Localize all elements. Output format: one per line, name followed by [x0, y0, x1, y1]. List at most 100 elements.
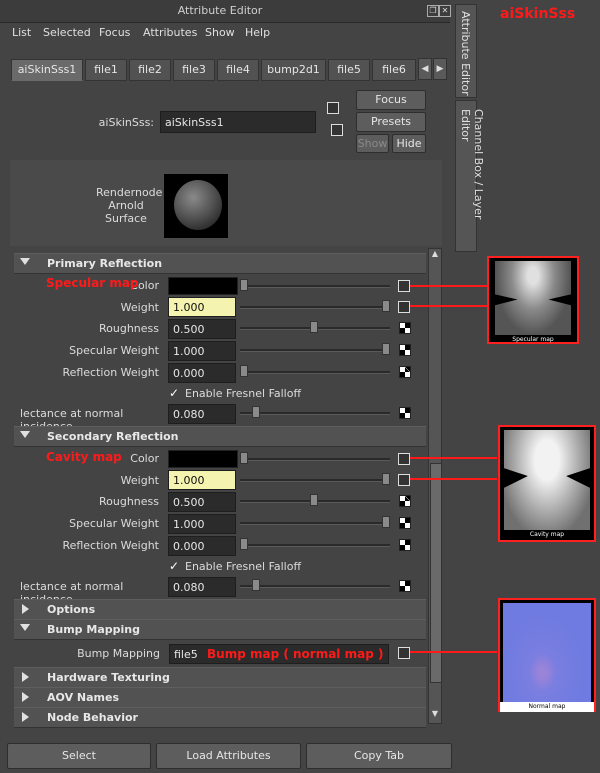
- node-name-field[interactable]: aiSkinSss1: [160, 111, 316, 133]
- tab-file1[interactable]: file1: [85, 59, 127, 81]
- primary-normal-field[interactable]: 0.080: [168, 404, 236, 424]
- scroll-up-icon[interactable]: ▲: [430, 249, 440, 261]
- side-tab-attribute-editor[interactable]: Attribute Editor: [455, 4, 477, 98]
- tab-file5[interactable]: file5: [328, 59, 370, 81]
- secondary-refl-weight-map-icon[interactable]: [399, 539, 411, 551]
- secondary-normal-field[interactable]: 0.080: [168, 577, 236, 597]
- primary-weight-field[interactable]: 1.000: [168, 297, 236, 317]
- menu-help[interactable]: Help: [245, 26, 270, 39]
- side-tab-label: Attribute Editor: [459, 11, 472, 96]
- tab-file6[interactable]: file6: [372, 59, 416, 81]
- menu-selected[interactable]: Selected: [43, 26, 91, 39]
- secondary-spec-weight-slider-thumb[interactable]: [382, 516, 390, 528]
- secondary-normal-slider[interactable]: [240, 585, 390, 588]
- material-swatch[interactable]: [164, 174, 228, 238]
- primary-normal-map-icon[interactable]: [399, 407, 411, 419]
- section-aov-names[interactable]: AOV Names: [14, 687, 426, 708]
- secondary-normal-slider-thumb[interactable]: [252, 579, 260, 591]
- tab-aiskinsss1[interactable]: aiSkinSss1: [11, 59, 83, 81]
- menu-focus[interactable]: Focus: [99, 26, 130, 39]
- primary-color-map-icon[interactable]: [398, 280, 410, 292]
- section-title: Bump Mapping: [47, 623, 140, 636]
- tab-file4[interactable]: file4: [217, 59, 259, 81]
- secondary-weight-slider[interactable]: [240, 479, 390, 482]
- secondary-color-swatch[interactable]: [168, 450, 238, 468]
- load-attributes-button[interactable]: Load Attributes: [156, 743, 301, 769]
- primary-color-swatch[interactable]: [168, 277, 238, 295]
- primary-fresnel-checkbox[interactable]: ✓: [169, 387, 181, 399]
- secondary-normal-map-icon[interactable]: [399, 580, 411, 592]
- secondary-weight-slider-thumb[interactable]: [382, 473, 390, 485]
- primary-color-slider[interactable]: [240, 285, 390, 288]
- secondary-color-slider-thumb[interactable]: [240, 452, 248, 464]
- secondary-spec-weight-slider[interactable]: [240, 522, 390, 525]
- secondary-spec-weight-map-icon[interactable]: [399, 517, 411, 529]
- primary-spec-weight-map-icon[interactable]: [399, 344, 411, 356]
- primary-spec-weight-slider-thumb[interactable]: [382, 343, 390, 355]
- scroll-thumb[interactable]: [430, 463, 442, 683]
- primary-roughness-slider-thumb[interactable]: [310, 321, 318, 333]
- menu-show[interactable]: Show: [205, 26, 235, 39]
- show-button[interactable]: Show: [356, 134, 389, 153]
- section-hardware-texturing[interactable]: Hardware Texturing: [14, 667, 426, 688]
- primary-normal-slider[interactable]: [240, 412, 390, 415]
- section-options[interactable]: Options: [14, 599, 426, 620]
- specular-map-caption: Specular map: [512, 336, 554, 343]
- tab-scroll-left-icon[interactable]: ◀: [418, 58, 432, 80]
- section-primary-reflection[interactable]: Primary Reflection: [14, 253, 426, 274]
- primary-normal-slider-thumb[interactable]: [252, 406, 260, 418]
- primary-refl-weight-field[interactable]: 0.000: [168, 363, 236, 383]
- menu-attributes[interactable]: Attributes: [143, 26, 197, 39]
- primary-spec-weight-slider[interactable]: [240, 349, 390, 352]
- swatch-caption-1: Rendernode: [96, 186, 163, 199]
- section-node-behavior[interactable]: Node Behavior: [14, 707, 426, 728]
- secondary-refl-weight-slider[interactable]: [240, 544, 390, 547]
- scroll-down-icon[interactable]: ▼: [430, 709, 440, 721]
- annotation-line: [410, 457, 497, 459]
- output-connection-icon[interactable]: [331, 124, 343, 136]
- section-bump-mapping[interactable]: Bump Mapping: [14, 619, 426, 640]
- primary-weight-map-icon[interactable]: [398, 301, 410, 313]
- secondary-weight-field[interactable]: 1.000: [168, 470, 236, 490]
- secondary-refl-weight-field[interactable]: 0.000: [168, 536, 236, 556]
- secondary-roughness-map-icon[interactable]: [399, 495, 411, 507]
- side-tab-label: Channel Box / Layer Editor: [459, 109, 485, 220]
- restore-icon[interactable]: ❐: [427, 5, 439, 17]
- section-title: Primary Reflection: [47, 257, 163, 270]
- primary-fresnel-label: Enable Fresnel Falloff: [185, 387, 302, 400]
- primary-refl-weight-slider[interactable]: [240, 371, 390, 374]
- primary-roughness-map-icon[interactable]: [399, 322, 411, 334]
- secondary-fresnel-checkbox[interactable]: ✓: [169, 560, 181, 572]
- section-secondary-reflection[interactable]: Secondary Reflection: [14, 426, 426, 447]
- primary-weight-slider[interactable]: [240, 306, 390, 309]
- select-button[interactable]: Select: [7, 743, 151, 769]
- annotation-line: [410, 305, 487, 307]
- primary-refl-weight-map-icon[interactable]: [399, 366, 411, 378]
- secondary-spec-weight-field[interactable]: 1.000: [168, 514, 236, 534]
- close-icon[interactable]: ✕: [439, 5, 451, 17]
- secondary-color-map-icon[interactable]: [398, 453, 410, 465]
- primary-color-slider-thumb[interactable]: [240, 279, 248, 291]
- tab-file2[interactable]: file2: [129, 59, 171, 81]
- primary-refl-weight-label: Reflection Weight: [62, 366, 159, 379]
- tab-bump2d1[interactable]: bump2d1: [261, 59, 326, 81]
- hide-button[interactable]: Hide: [392, 134, 426, 153]
- secondary-roughness-field[interactable]: 0.500: [168, 492, 236, 512]
- secondary-refl-weight-slider-thumb[interactable]: [240, 538, 248, 550]
- secondary-roughness-slider-thumb[interactable]: [310, 494, 318, 506]
- tab-file3[interactable]: file3: [173, 59, 215, 81]
- input-connection-icon[interactable]: [327, 102, 339, 114]
- bump-mapping-map-icon[interactable]: [398, 647, 410, 659]
- focus-button[interactable]: Focus: [356, 90, 426, 110]
- primary-refl-weight-slider-thumb[interactable]: [240, 365, 248, 377]
- primary-roughness-field[interactable]: 0.500: [168, 319, 236, 339]
- side-tab-channel-box[interactable]: Channel Box / Layer Editor: [455, 100, 485, 252]
- presets-button[interactable]: Presets: [356, 112, 426, 132]
- copy-tab-button[interactable]: Copy Tab: [306, 743, 452, 769]
- tab-scroll-right-icon[interactable]: ▶: [433, 58, 447, 80]
- secondary-weight-map-icon[interactable]: [398, 474, 410, 486]
- primary-spec-weight-field[interactable]: 1.000: [168, 341, 236, 361]
- menu-list[interactable]: List: [12, 26, 31, 39]
- primary-weight-slider-thumb[interactable]: [382, 300, 390, 312]
- secondary-color-slider[interactable]: [240, 458, 390, 461]
